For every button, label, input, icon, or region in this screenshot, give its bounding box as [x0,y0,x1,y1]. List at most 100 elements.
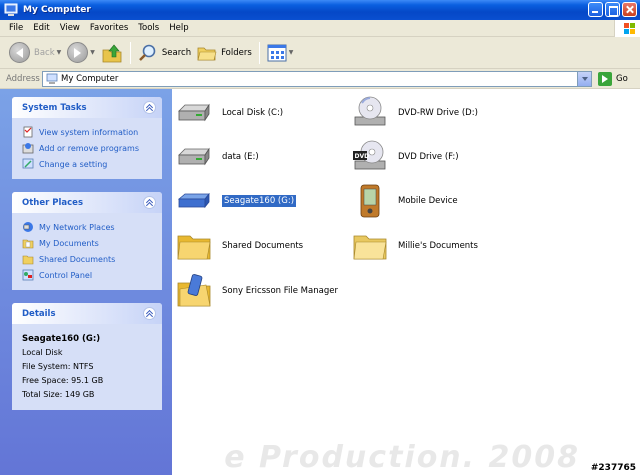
panel-title: Details [22,308,56,319]
up-folder-button[interactable] [98,40,126,66]
shared-documents-item[interactable]: Shared Documents [176,226,303,266]
back-button[interactable]: Back ▼ [6,40,64,66]
menu-file[interactable]: File [4,23,28,33]
forward-button[interactable]: ▼ [64,40,98,66]
item-label: DVD Drive (F:) [398,152,459,162]
svg-text:DVD: DVD [355,153,370,160]
millies-documents-item[interactable]: Millie's Documents [352,226,478,266]
details-free-space: Free Space: 95.1 GB [22,376,104,385]
collapse-chevron-icon[interactable] [143,196,156,209]
item-label: Mobile Device [398,196,458,206]
my-network-places-link[interactable]: My Network Places [22,219,154,235]
drive-item-c[interactable]: Local Disk (C:) [176,93,283,133]
sony-ericsson-file-manager-item[interactable]: Sony Ericsson File Manager [176,271,338,311]
toolbar-separator [129,41,131,64]
folders-button[interactable]: Folders [194,40,255,66]
details-panel: Details Seagate160 (G:) Local Disk File … [12,303,162,410]
search-button[interactable]: Search [135,40,194,66]
address-input[interactable]: My Computer [42,70,592,87]
details-name: Seagate160 (G:) [22,334,101,344]
chevron-down-icon[interactable]: ▼ [289,49,294,56]
system-tasks-panel: System Tasks View system information Add… [12,97,162,179]
control-panel-link[interactable]: Control Panel [22,267,154,283]
chevron-down-icon[interactable]: ▼ [57,49,62,56]
chevron-down-icon[interactable]: ▼ [90,49,95,56]
drive-item-e[interactable]: data (E:) [176,137,259,177]
close-button[interactable] [622,2,637,17]
shared-documents-link[interactable]: Shared Documents [22,251,154,267]
usb-drive-icon [177,192,210,209]
link-label: Add or remove programs [39,143,139,153]
details-filesystem: File System: NTFS [22,362,94,371]
go-button[interactable]: Go [598,71,628,86]
item-label: Millie's Documents [398,241,478,251]
control-panel-icon [22,269,34,281]
title-bar: My Computer [0,0,640,20]
hard-drive-icon [178,147,210,166]
window-title: My Computer [23,5,91,15]
view-system-info-link[interactable]: View system information [22,124,154,140]
minimize-button[interactable] [588,2,603,17]
back-label: Back [34,47,55,58]
task-pane: System Tasks View system information Add… [0,89,172,475]
other-places-header[interactable]: Other Places [12,192,162,213]
my-documents-icon [22,239,34,249]
other-places-panel: Other Places My Network Places My Docume… [12,192,162,290]
system-tasks-header[interactable]: System Tasks [12,97,162,118]
link-label: My Network Places [39,222,115,232]
folders-label: Folders [221,47,252,58]
collapse-chevron-icon[interactable] [143,307,156,320]
toolbar-separator [258,41,260,64]
my-computer-icon [46,73,58,84]
my-documents-link[interactable]: My Documents [22,235,154,251]
add-remove-icon [22,143,34,154]
dvd-drive-icon: DVD [353,140,386,170]
settings-icon [22,158,34,169]
hard-drive-icon [178,103,210,122]
drive-item-f[interactable]: DVD DVD Drive (F:) [352,137,459,177]
item-label: data (E:) [222,152,259,162]
toolbar: Back ▼ ▼ Search Folders ▼ [0,37,640,69]
link-label: Change a setting [39,159,108,169]
folder-icon [353,235,387,260]
search-icon [139,44,156,61]
windows-logo-icon [614,20,640,37]
go-arrow-icon [598,71,612,86]
item-label: Shared Documents [222,241,304,251]
maximize-button[interactable] [605,2,620,17]
change-setting-link[interactable]: Change a setting [22,156,154,172]
views-icon [267,44,287,61]
search-label: Search [161,47,192,58]
menu-favorites[interactable]: Favorites [85,23,133,33]
menu-view[interactable]: View [55,23,85,33]
address-bar: Address My Computer Go [0,69,640,89]
drive-item-d[interactable]: DVD-RW Drive (D:) [352,93,478,133]
menu-bar: File Edit View Favorites Tools Help [0,20,640,37]
item-label: Seagate160 (G:) [220,194,298,208]
item-label: Sony Ericsson File Manager [222,286,338,296]
link-label: My Documents [39,238,99,248]
details-header[interactable]: Details [12,303,162,324]
folder-icon [177,235,211,260]
link-label: Control Panel [39,270,93,280]
add-remove-programs-link[interactable]: Add or remove programs [22,140,154,156]
collapse-chevron-icon[interactable] [143,101,156,114]
network-places-icon [23,222,33,232]
mobile-device-item[interactable]: Mobile Device [352,181,458,221]
my-computer-icon [4,3,18,16]
link-label: Shared Documents [39,254,116,264]
folders-icon [197,47,217,60]
address-dropdown-button[interactable] [577,71,591,86]
image-id-stamp: #237765 [588,463,638,473]
content-area: Local Disk (C:) DVD-RW Drive (D:) data (… [172,89,640,475]
details-type: Local Disk [22,348,63,357]
drive-item-g[interactable]: Seagate160 (G:) [176,181,298,221]
menu-edit[interactable]: Edit [28,23,54,33]
menu-tools[interactable]: Tools [133,23,164,33]
menu-help[interactable]: Help [164,23,193,33]
panel-title: Other Places [22,197,83,208]
cd-drive-icon [354,96,386,126]
views-button[interactable]: ▼ [264,40,297,66]
item-label: Local Disk (C:) [222,108,284,118]
pda-icon [360,184,380,218]
